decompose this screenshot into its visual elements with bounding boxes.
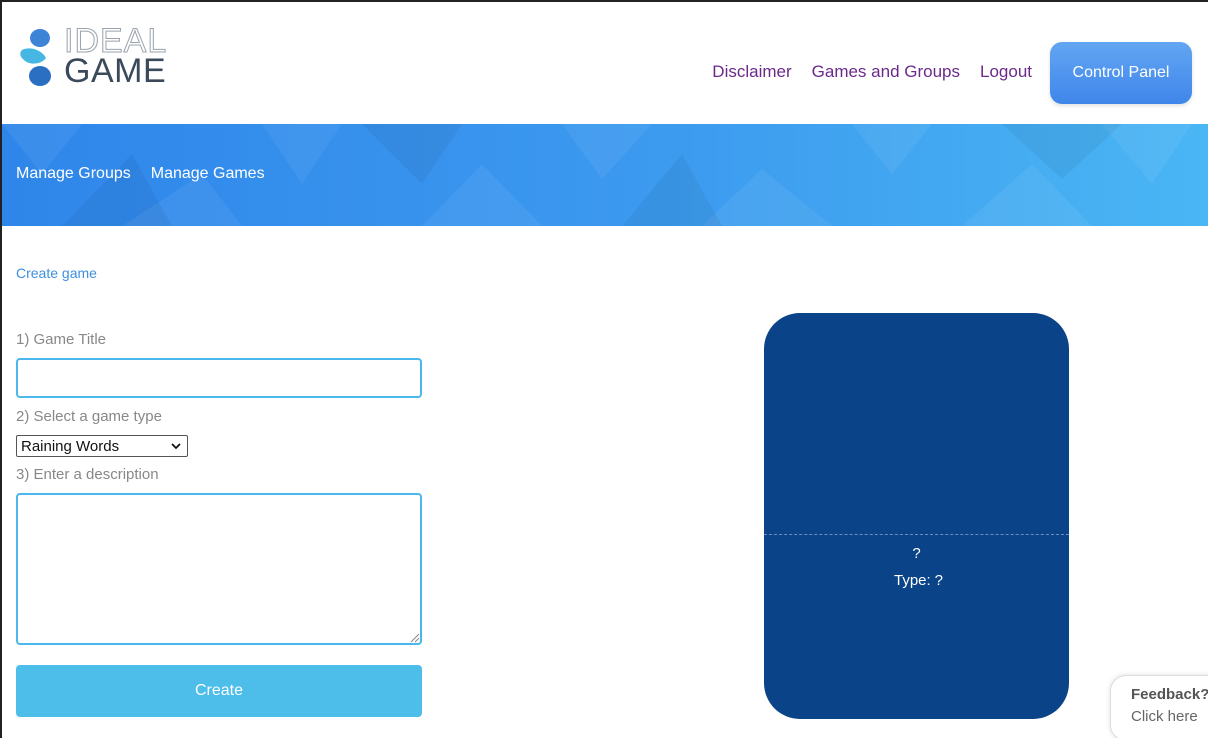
manage-games-link[interactable]: Manage Games [151, 165, 265, 183]
description-textarea[interactable] [16, 493, 422, 645]
feedback-widget[interactable]: Feedback? Click here [1110, 675, 1208, 738]
game-type-selected: Raining Words [21, 437, 120, 455]
resize-grip-icon[interactable] [410, 633, 420, 643]
game-title-label: 1) Game Title [16, 331, 107, 348]
game-type-label: 2) Select a game type [16, 408, 162, 425]
feedback-subtitle: Click here [1131, 708, 1198, 725]
feedback-title: Feedback? [1131, 686, 1208, 703]
preview-title: ? [912, 545, 921, 562]
create-game-link[interactable]: Create game [16, 265, 97, 281]
logo[interactable]: IDEAL GAME [16, 20, 176, 92]
preview-type: Type:? [764, 572, 1069, 589]
game-title-input[interactable] [16, 358, 422, 398]
banner: Manage Groups Manage Games [2, 124, 1208, 226]
preview-type-label: Type: [893, 572, 931, 589]
water-drops-logo-icon [20, 29, 51, 86]
manage-groups-link[interactable]: Manage Groups [16, 165, 131, 183]
game-type-select[interactable]: Raining Words [16, 435, 188, 457]
nav-logout[interactable]: Logout [980, 62, 1032, 82]
control-panel-button[interactable]: Control Panel [1050, 42, 1192, 104]
nav-disclaimer[interactable]: Disclaimer [712, 62, 791, 82]
logo-text-bottom: GAME [64, 52, 167, 90]
page-frame: IDEAL GAME Disclaimer Games and Groups L… [0, 0, 1208, 738]
create-button[interactable]: Create [16, 665, 422, 717]
preview-type-value: ? [934, 572, 944, 589]
game-preview-card: ? Type:? [764, 313, 1069, 719]
top-nav: Disclaimer Games and Groups Logout [712, 62, 1032, 82]
header: IDEAL GAME Disclaimer Games and Groups L… [2, 2, 1208, 124]
card-divider [764, 534, 1069, 535]
nav-games-and-groups[interactable]: Games and Groups [812, 62, 960, 82]
sub-nav: Manage Groups Manage Games [16, 165, 265, 183]
description-label: 3) Enter a description [16, 466, 159, 483]
chevron-down-icon [171, 439, 181, 456]
